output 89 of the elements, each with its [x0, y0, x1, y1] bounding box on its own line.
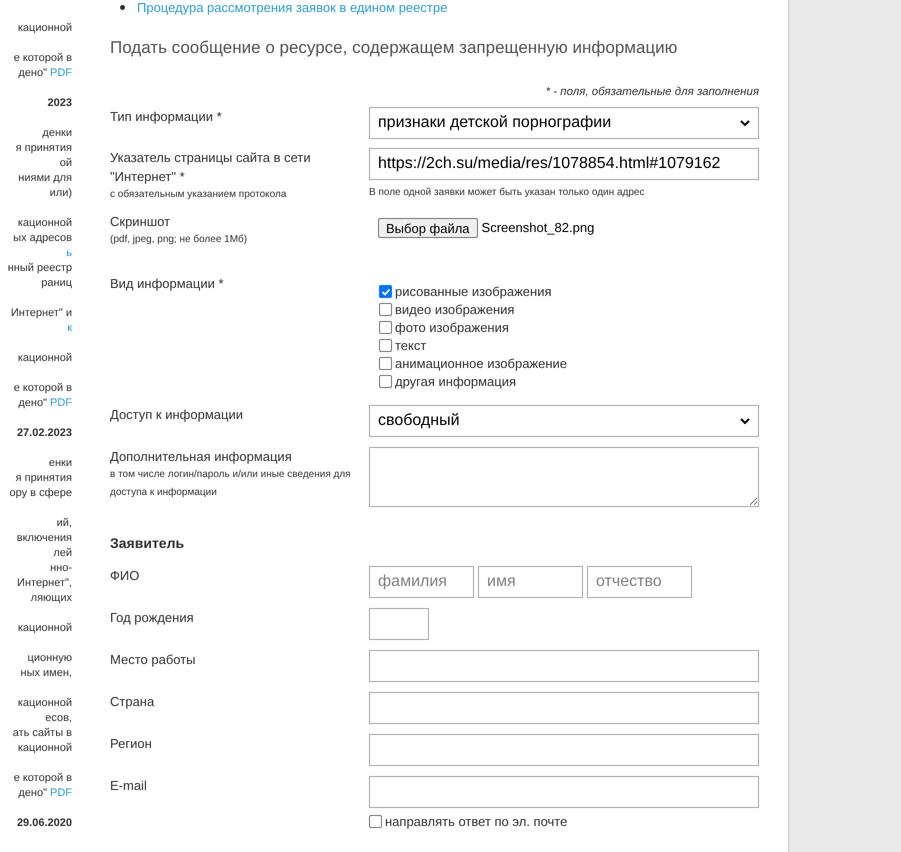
bullet-icon: [120, 5, 125, 10]
name-field[interactable]: имя: [478, 566, 583, 598]
file-name: Screenshot_82.png: [482, 219, 594, 237]
text-fragment: нно-: [49, 561, 72, 576]
text-fragment: кационной: [16, 696, 72, 711]
field-hint: в том числе логин/пароль и/или иные сведения для доступа к информации: [110, 468, 352, 500]
text-fragment: ляющих: [30, 591, 72, 606]
field-label: Страна: [110, 692, 156, 711]
checkbox[interactable]: [379, 285, 392, 298]
text-field[interactable]: [369, 692, 759, 724]
checkbox-label: текст: [395, 337, 426, 355]
field-hint: с обязательным указанием протокола: [110, 188, 288, 202]
text-fragment: дено": [18, 787, 47, 799]
required-note: * - поля, обязательные для заполнения: [544, 84, 759, 100]
text-field[interactable]: [369, 734, 759, 766]
chevron-down-icon: [740, 120, 750, 127]
field-label: Скриншот: [110, 212, 172, 231]
field-label: Регион: [110, 734, 153, 753]
year-field[interactable]: [369, 608, 429, 640]
checkbox[interactable]: [379, 375, 392, 388]
field-hint: (pdf, jpeg, png; не более 1Мб): [110, 232, 248, 247]
checkbox[interactable]: [379, 339, 392, 352]
text-fragment: кационной: [16, 621, 72, 636]
checkbox-label: фото изображения: [395, 319, 509, 337]
checkbox[interactable]: [379, 321, 392, 334]
date-heading: 2023: [46, 96, 72, 111]
text-fragment: или): [48, 186, 72, 201]
text-fragment: Интернет",: [16, 576, 72, 591]
link-fragment: к: [66, 321, 72, 336]
text-field[interactable]: [369, 776, 759, 808]
field-label: ФИО: [110, 566, 140, 585]
checkbox[interactable]: [379, 357, 392, 370]
name-field[interactable]: фамилия: [369, 566, 474, 598]
text-fragment: ционную: [26, 651, 72, 666]
text-fragment: кационной: [16, 351, 72, 366]
dropdown[interactable]: свободный: [369, 404, 759, 437]
text-fragment: енки: [48, 456, 72, 471]
text-fragment: Интернет" и: [10, 306, 72, 321]
text-fragment: кационной: [16, 21, 72, 36]
text-fragment: я принятия: [14, 471, 72, 486]
checkbox-label: направлять ответ по эл. почте: [385, 813, 568, 831]
field-label: Вид информации *: [110, 274, 225, 293]
text-fragment: дено": [18, 397, 47, 409]
checkbox[interactable]: [379, 303, 392, 316]
text-fragment: денки: [41, 126, 72, 141]
text-fragment: есов,: [44, 711, 72, 726]
field-label: Указатель страницы сайта в сети "Интернет" *: [110, 148, 312, 186]
checkbox-label: видео изображения: [395, 301, 514, 319]
text-fragment: кационной: [16, 216, 72, 231]
text-fragment: дено": [18, 67, 47, 79]
text-fragment: е которой в: [12, 381, 72, 396]
text-fragment: ору в сфере: [8, 486, 72, 501]
checkbox[interactable]: [369, 815, 382, 828]
text-fragment: ой: [58, 156, 72, 171]
checkbox-label: рисованные изображения: [395, 283, 552, 301]
field-label: Доступ к информации: [110, 406, 244, 424]
text-fragment: раниц: [40, 276, 72, 291]
text-fragment: ых адресов: [12, 231, 72, 246]
text-fragment: ать сайты в: [12, 726, 72, 741]
text-fragment: лей: [52, 546, 72, 561]
choose-file-button[interactable]: Выбор файла: [378, 218, 478, 238]
checkbox-label: другая информация: [395, 373, 516, 391]
dropdown[interactable]: признаки детской порнографии: [369, 106, 759, 139]
text-fragment: ных имен,: [20, 666, 72, 681]
section-heading: Заявитель: [110, 534, 186, 553]
form-title: Подать сообщение о ресурсе, содержащем запрещенную информацию: [110, 37, 678, 59]
chevron-down-icon: [740, 418, 750, 425]
url-field[interactable]: https://2ch.su/media/res/1078854.html#1079162: [369, 148, 759, 180]
field-label: Год рождения: [110, 608, 195, 627]
field-note: В поле одной заявки может быть указан только один адрес: [369, 186, 646, 200]
text-fragment: е которой в: [12, 771, 72, 786]
link-fragment: ь: [65, 246, 72, 261]
text-fragment: ниями для: [17, 171, 72, 186]
field-label: Дополнительная информация: [110, 448, 293, 466]
text-fragment: включения: [16, 531, 72, 546]
text-fragment: я принятия: [14, 141, 72, 156]
field-label: E-mail: [110, 776, 148, 795]
text-fragment: е которой в: [12, 51, 72, 66]
text-fragment: кационной: [16, 741, 72, 756]
text-field[interactable]: [369, 650, 759, 682]
date-heading: 27.02.2023: [16, 426, 72, 441]
text-fragment: ий,: [56, 516, 72, 531]
text-fragment: нный реестр: [6, 261, 72, 276]
text-area[interactable]: [369, 446, 759, 507]
field-label: Место работы: [110, 650, 197, 669]
field-label: Тип информации *: [110, 108, 223, 126]
date-heading: 29.06.2020: [16, 816, 72, 831]
name-field[interactable]: отчество: [587, 566, 692, 598]
checkbox-label: анимационное изображение: [395, 355, 568, 373]
